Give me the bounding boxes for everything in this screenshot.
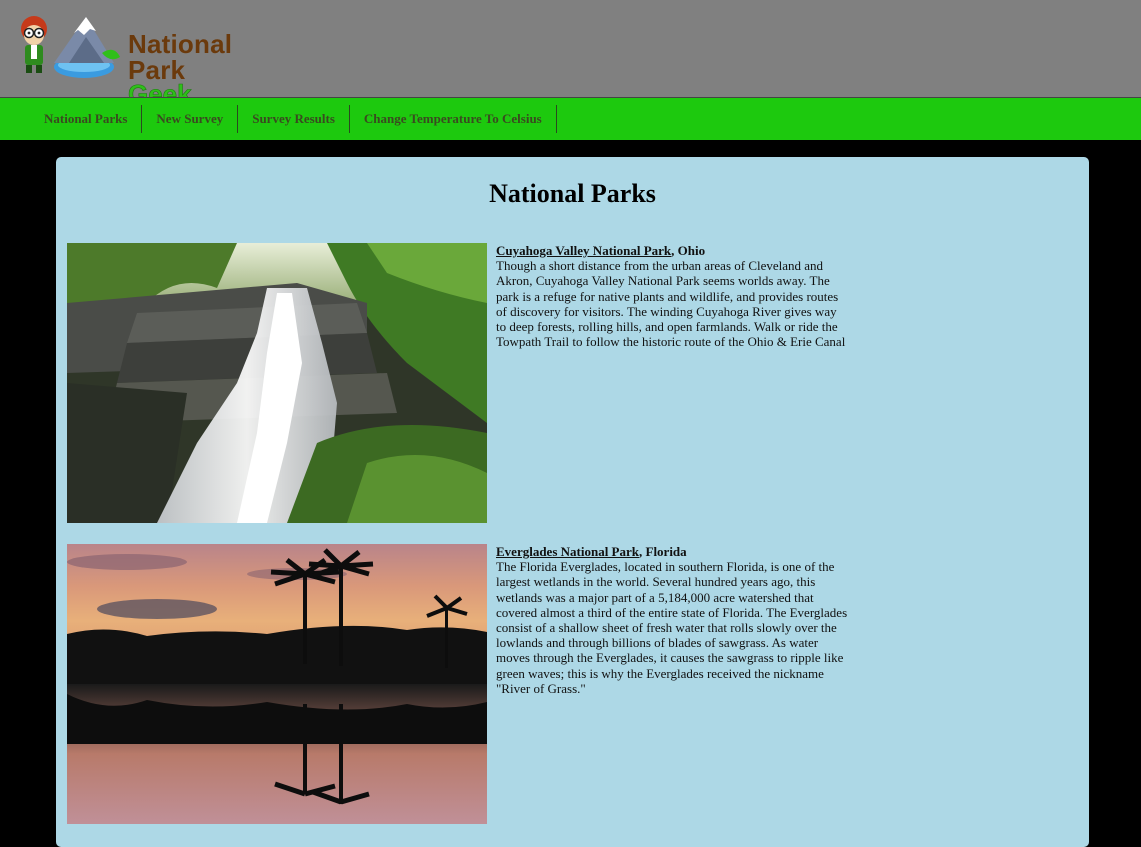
park-state-ohio: , Ohio xyxy=(671,243,706,258)
site-logo[interactable]: National Park Geek xyxy=(14,13,294,107)
nav-item-national-parks[interactable]: National Parks xyxy=(30,105,143,133)
geek-mascot-mountain-icon xyxy=(21,16,120,78)
park-description-cuyahoga: Cuyahoga Valley National Park, Ohio Thou… xyxy=(496,243,848,349)
main-nav: National Parks New Survey Survey Results… xyxy=(0,97,1141,140)
nav-item-survey-results[interactable]: Survey Results xyxy=(238,105,350,133)
park-link-everglades[interactable]: Everglades National Park xyxy=(496,544,639,559)
cuyahoga-waterfall-image[interactable] xyxy=(67,243,487,523)
site-header: National Park Geek xyxy=(0,0,1141,107)
content-panel: National Parks Cuyahoga Valley National … xyxy=(56,157,1089,847)
logo-wordmark: National Park Geek xyxy=(128,31,294,107)
everglades-sunset-image[interactable] xyxy=(67,544,487,824)
nav-list: National Parks New Survey Survey Results… xyxy=(30,105,557,133)
nav-item-change-temperature[interactable]: Change Temperature To Celsius xyxy=(350,105,557,133)
park-text-cuyahoga: Though a short distance from the urban a… xyxy=(496,258,846,350)
park-text-everglades: The Florida Everglades, located in south… xyxy=(496,559,848,696)
park-description-everglades: Everglades National Park, Florida The Fl… xyxy=(496,544,848,696)
park-state-florida: , Florida xyxy=(639,544,687,559)
park-link-cuyahoga[interactable]: Cuyahoga Valley National Park xyxy=(496,243,671,258)
page-title: National Parks xyxy=(489,179,656,208)
nav-item-new-survey[interactable]: New Survey xyxy=(142,105,239,133)
logo-title: National Park xyxy=(128,29,233,85)
